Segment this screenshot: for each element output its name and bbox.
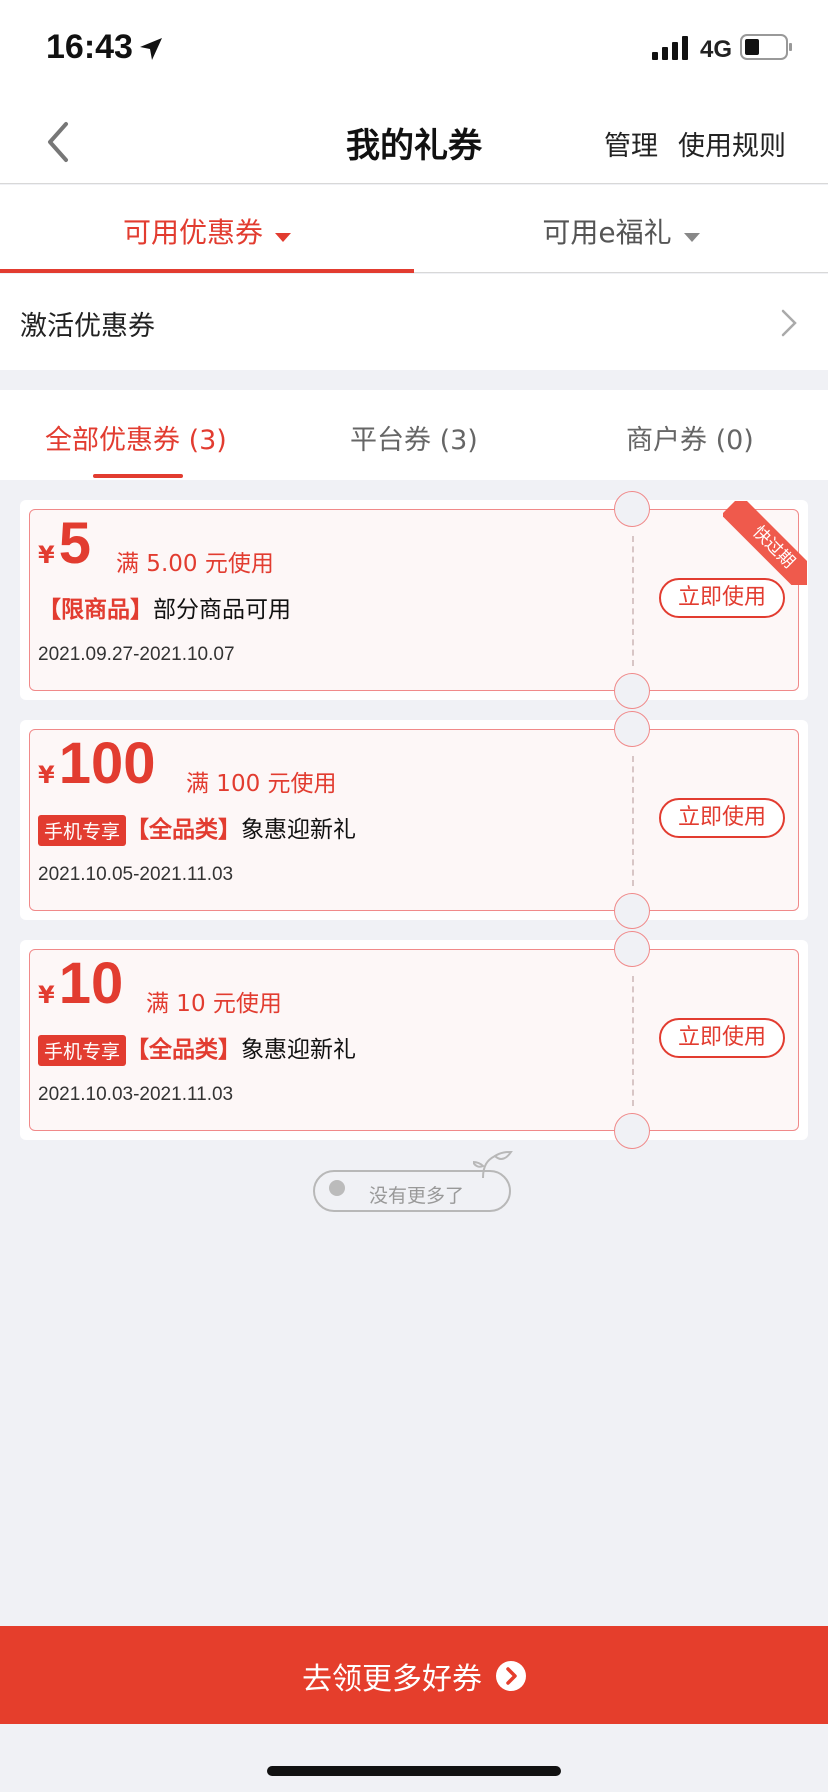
currency-symbol: ¥ (38, 981, 55, 1009)
coupon-body: ¥100 满 100 元使用 手机专享 【全品类】象惠迎新礼 2021.10.05… (29, 711, 799, 929)
no-more-indicator: 没有更多了 (313, 1150, 513, 1232)
tab-label: 可用优惠券 (122, 216, 263, 249)
coupon-validity: 2021.09.27-2021.10.07 (38, 644, 235, 665)
status-bar: 16:43 4G (0, 0, 828, 100)
use-now-button[interactable]: 立即使用 (659, 1018, 785, 1058)
currency-symbol: ¥ (38, 761, 55, 789)
coupon-price: ¥5 (38, 510, 91, 577)
coupon-name: 象惠迎新礼 (241, 1037, 357, 1063)
caret-down-icon (275, 233, 291, 242)
coupon-notch (614, 673, 650, 709)
location-arrow-icon (140, 38, 162, 60)
tab-platform-coupons[interactable]: 平台券 (3) (350, 418, 478, 457)
coupon-name: 象惠迎新礼 (241, 817, 357, 843)
expiring-ribbon: 快过期 (723, 501, 807, 585)
coupon-name: 部分商品可用 (153, 597, 291, 623)
use-now-button[interactable]: 立即使用 (659, 798, 785, 838)
back-arrow-icon[interactable] (40, 120, 80, 164)
battery-icon (740, 34, 792, 60)
activate-coupon-row[interactable]: 激活优惠券 (0, 274, 828, 370)
coupon-description: 【限商品】部分商品可用 (38, 590, 291, 624)
coupon-notch (614, 893, 650, 929)
coupon-price: ¥10 (38, 950, 123, 1017)
get-more-coupons-button[interactable]: 去领更多好券 (0, 1626, 828, 1724)
coupon-notch (614, 711, 650, 747)
coupon-notch (614, 931, 650, 967)
tab-available-coupons[interactable]: 可用优惠券 (0, 185, 414, 273)
tab-all-coupons[interactable]: 全部优惠券 (3) (45, 418, 227, 457)
coupon-amount: 10 (58, 951, 124, 1016)
network-type: 4G (700, 36, 733, 63)
coupon-description: 手机专享 【全品类】象惠迎新礼 (38, 1030, 356, 1066)
top-tabs: 可用优惠券 可用e福礼 (0, 185, 828, 273)
coupon-card: ¥10 满 10 元使用 手机专享 【全品类】象惠迎新礼 2021.10.03-2… (20, 931, 808, 1149)
activate-coupon-label: 激活优惠券 (20, 311, 155, 342)
active-subtab-indicator (93, 474, 183, 478)
coupon-notch (614, 491, 650, 527)
seed-icon (329, 1180, 345, 1196)
coupon-notch (614, 1113, 650, 1149)
active-tab-indicator (0, 269, 414, 273)
nav-bar: 我的礼券 管理 使用规则 (0, 100, 828, 184)
coupon-tag: 【全品类】 (126, 817, 242, 843)
coupon-divider (632, 976, 634, 1106)
coupon-description: 手机专享 【全品类】象惠迎新礼 (38, 810, 356, 846)
status-time: 16:43 (46, 28, 133, 66)
coupon-amount: 100 (58, 731, 156, 796)
coupon-divider (632, 536, 634, 666)
coupon-condition: 满 100 元使用 (186, 771, 337, 797)
coupon-amount: 5 (58, 511, 91, 576)
coupon-tag: 【全品类】 (126, 1037, 242, 1063)
currency-symbol: ¥ (38, 541, 55, 569)
no-more-text: 没有更多了 (369, 1185, 465, 1207)
coupon-divider (632, 756, 634, 886)
coupon-body: ¥10 满 10 元使用 手机专享 【全品类】象惠迎新礼 2021.10.03-2… (29, 931, 799, 1149)
tab-label: 可用e福礼 (542, 216, 672, 249)
usage-rules-button[interactable]: 使用规则 (678, 124, 786, 163)
get-more-coupons-label: 去领更多好券 (302, 1662, 482, 1697)
caret-down-icon (683, 233, 700, 242)
circle-chevron-right-icon (496, 1661, 526, 1691)
coupon-validity: 2021.10.05-2021.11.03 (38, 864, 234, 885)
mobile-exclusive-badge: 手机专享 (38, 1035, 127, 1066)
coupon-condition: 满 5.00 元使用 (116, 551, 274, 577)
coupon-card: ¥100 满 100 元使用 手机专享 【全品类】象惠迎新礼 2021.10.05… (20, 711, 808, 929)
coupon-condition: 满 10 元使用 (146, 991, 282, 1017)
coupon-validity: 2021.10.03-2021.11.03 (38, 1084, 234, 1105)
tab-available-gifts[interactable]: 可用e福礼 (414, 185, 828, 273)
tab-merchant-coupons[interactable]: 商户券 (0) (626, 418, 754, 457)
coupon-filter-tabs: 全部优惠券 (3) 平台券 (3) 商户券 (0) (0, 390, 828, 480)
sprout-icon (473, 1150, 513, 1179)
expiring-label: 快过期 (723, 501, 807, 585)
coupon-card: ¥5 满 5.00 元使用 【限商品】部分商品可用 2021.09.27-202… (20, 491, 808, 709)
mobile-exclusive-badge: 手机专享 (38, 815, 127, 846)
chevron-right-icon (781, 309, 797, 337)
signal-icon (652, 36, 688, 60)
home-indicator (267, 1766, 561, 1776)
coupon-tag: 【限商品】 (38, 597, 153, 623)
coupon-price: ¥100 (38, 730, 155, 797)
manage-button[interactable]: 管理 (604, 124, 658, 163)
coupon-body: ¥5 满 5.00 元使用 【限商品】部分商品可用 2021.09.27-202… (29, 491, 807, 709)
